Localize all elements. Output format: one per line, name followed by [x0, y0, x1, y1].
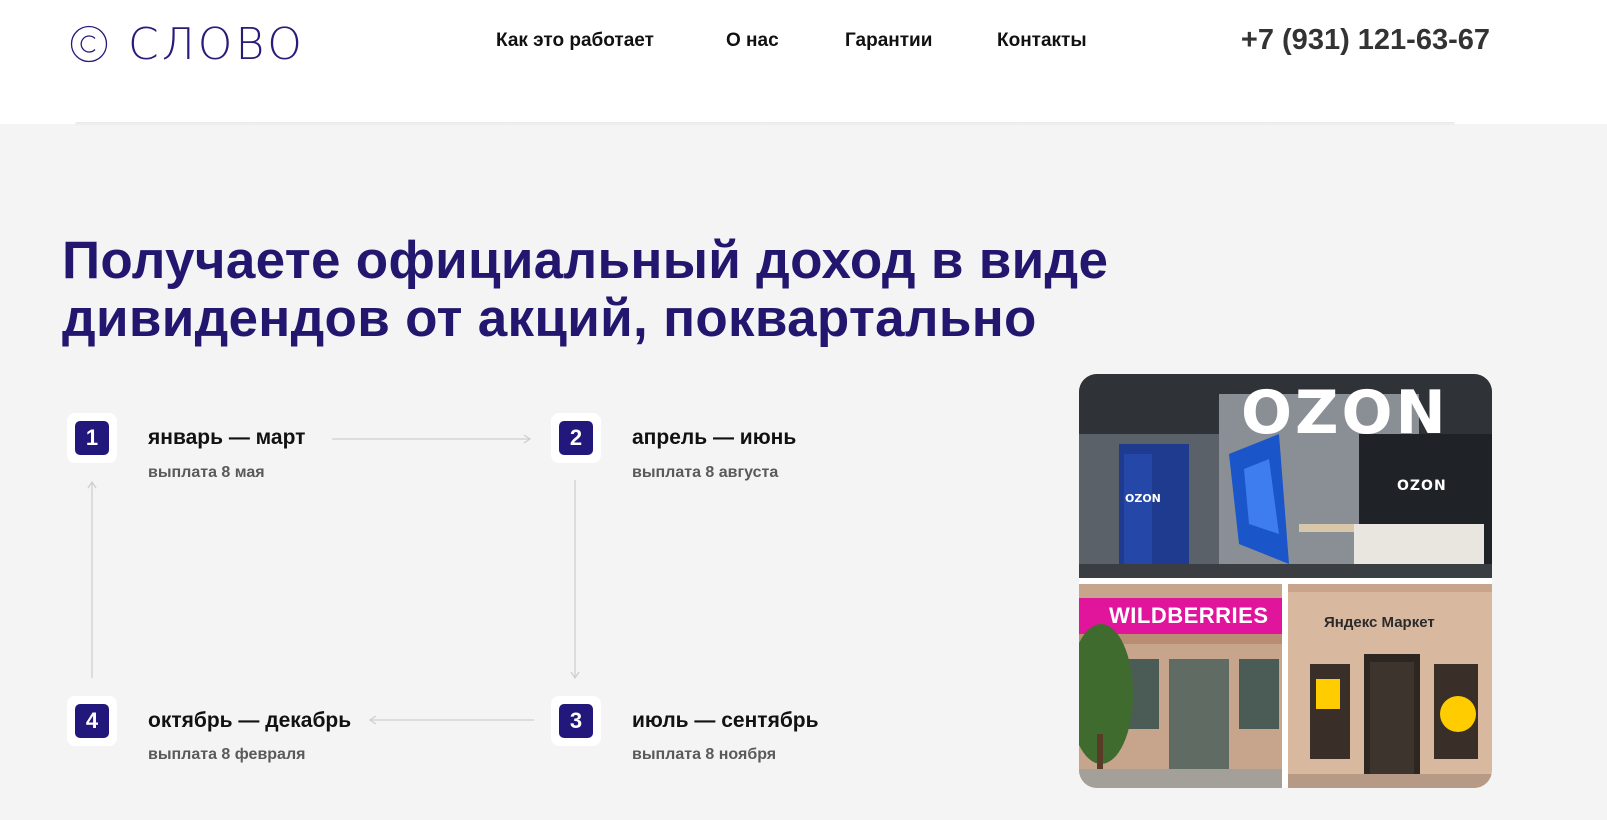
step-1-badge: 1: [67, 413, 117, 463]
wildberries-sign: WILDBERRIES: [1109, 603, 1269, 628]
ozon-locker-sign: OZON: [1125, 492, 1161, 505]
step-2-title: апрель — июнь: [632, 426, 797, 449]
step-3-title: июль — сентябрь: [632, 709, 819, 732]
ozon-small-sign: OZON: [1397, 478, 1447, 494]
phone-link[interactable]: +7 (931) 121-63-67: [1241, 24, 1490, 57]
arrow-left-icon: [368, 715, 534, 725]
step-3-payout: выплата 8 ноября: [632, 746, 777, 763]
step-3-badge: 3: [551, 696, 601, 746]
yandex-market-sign: Яндекс Маркет: [1324, 614, 1435, 631]
site-header: СЛОВО Как это работает О нас Гарантии Ко…: [0, 0, 1607, 124]
hero-title-line-2: дивидендов от акций, поквартально: [62, 289, 1037, 348]
nav-about[interactable]: О нас: [726, 30, 779, 52]
step-4-number: 4: [75, 704, 109, 738]
arrow-right-icon: [332, 434, 532, 444]
step-1-title: январь — март: [148, 426, 306, 449]
step-4-payout: выплата 8 февраля: [148, 746, 306, 763]
header-divider: [75, 122, 1455, 126]
nav-how-it-works[interactable]: Как это работает: [496, 30, 654, 52]
ozon-store-photo: OZON OZON OZON: [1079, 374, 1492, 578]
yandex-market-store-photo: Яндекс Маркет: [1288, 584, 1492, 788]
hero-title: Получаете официальный доход в виде дивид…: [62, 232, 1262, 348]
nav-contacts[interactable]: Контакты: [997, 30, 1087, 52]
step-2-number: 2: [559, 421, 593, 455]
step-4-badge: 4: [67, 696, 117, 746]
arrow-down-icon: [570, 480, 580, 680]
arrow-up-icon: [87, 480, 97, 678]
marketplaces-collage: OZON OZON OZON WILDBERRIES Яндекс Маркет: [1079, 374, 1492, 788]
step-4-title: октябрь — декабрь: [148, 709, 352, 732]
step-1-payout: выплата 8 мая: [148, 464, 265, 481]
step-1-number: 1: [75, 421, 109, 455]
ozon-sign: OZON: [1241, 378, 1449, 448]
nav-guarantees[interactable]: Гарантии: [845, 30, 932, 52]
step-2-badge: 2: [551, 413, 601, 463]
step-3-number: 3: [559, 704, 593, 738]
hero-title-line-1: Получаете официальный доход в виде: [62, 231, 1109, 290]
wildberries-store-photo: WILDBERRIES: [1079, 584, 1282, 788]
step-2-payout: выплата 8 августа: [632, 464, 779, 481]
